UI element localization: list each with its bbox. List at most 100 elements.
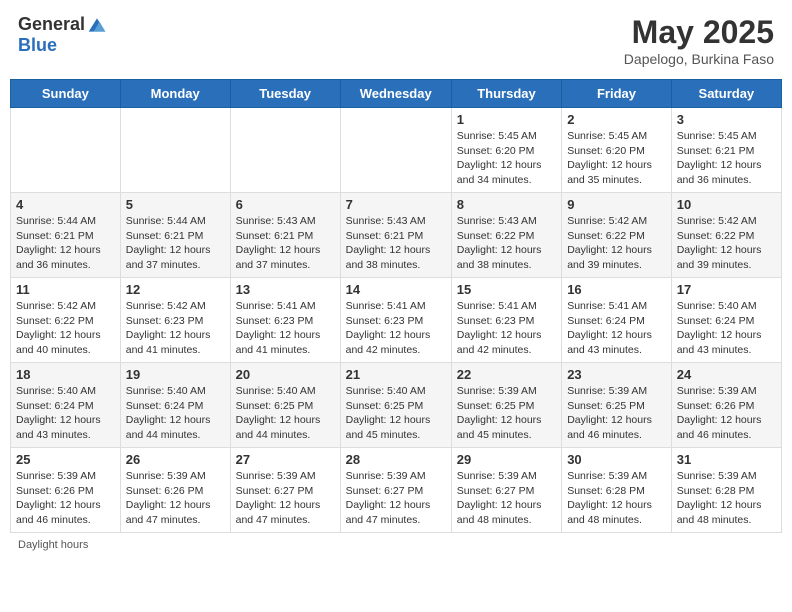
day-info: Sunrise: 5:44 AM Sunset: 6:21 PM Dayligh… (126, 214, 225, 273)
day-info: Sunrise: 5:40 AM Sunset: 6:24 PM Dayligh… (677, 299, 776, 358)
day-number: 6 (236, 197, 335, 212)
day-number: 28 (346, 452, 446, 467)
day-info: Sunrise: 5:41 AM Sunset: 6:23 PM Dayligh… (457, 299, 556, 358)
day-info: Sunrise: 5:39 AM Sunset: 6:25 PM Dayligh… (457, 384, 556, 443)
day-number: 12 (126, 282, 225, 297)
calendar-cell: 4 Sunrise: 5:44 AM Sunset: 6:21 PM Daylig… (11, 193, 121, 278)
day-number: 14 (346, 282, 446, 297)
day-info: Sunrise: 5:39 AM Sunset: 6:25 PM Dayligh… (567, 384, 666, 443)
calendar-cell (230, 108, 340, 193)
calendar-cell: 22Sunrise: 5:39 AM Sunset: 6:25 PM Dayli… (451, 363, 561, 448)
title-area: May 2025 Dapelogo, Burkina Faso (624, 14, 774, 67)
calendar-cell: 14 Sunrise: 5:41 AM Sunset: 6:23 PM Dayli… (340, 278, 451, 363)
day-number: 9 (567, 197, 666, 212)
calendar-cell: 20Sunrise: 5:40 AM Sunset: 6:25 PM Dayli… (230, 363, 340, 448)
calendar-cell: 31 Sunrise: 5:39 AM Sunset: 6:28 PM Dayli… (671, 448, 781, 533)
calendar-cell: 17 Sunrise: 5:40 AM Sunset: 6:24 PM Dayli… (671, 278, 781, 363)
day-info: Sunrise: 5:39 AM Sunset: 6:26 PM Dayligh… (16, 469, 115, 528)
calendar-cell: 1 Sunrise: 5:45 AM Sunset: 6:20 PM Daylig… (451, 108, 561, 193)
calendar-cell: 25 Sunrise: 5:39 AM Sunset: 6:26 PM Dayli… (11, 448, 121, 533)
calendar-cell (11, 108, 121, 193)
day-number: 4 (16, 197, 115, 212)
day-number: 31 (677, 452, 776, 467)
calendar-cell: 8 Sunrise: 5:43 AM Sunset: 6:22 PM Daylig… (451, 193, 561, 278)
day-number: 30 (567, 452, 666, 467)
calendar-cell: 29Sunrise: 5:39 AM Sunset: 6:27 PM Dayli… (451, 448, 561, 533)
logo-blue-text: Blue (18, 35, 57, 56)
calendar-cell: 5 Sunrise: 5:44 AM Sunset: 6:21 PM Daylig… (120, 193, 230, 278)
calendar-cell: 2Sunrise: 5:45 AM Sunset: 6:20 PM Daylig… (562, 108, 672, 193)
calendar-cell: 6 Sunrise: 5:43 AM Sunset: 6:21 PM Daylig… (230, 193, 340, 278)
calendar-header-thursday: Thursday (451, 80, 561, 108)
footer-note: Daylight hours (10, 539, 782, 551)
day-info: Sunrise: 5:39 AM Sunset: 6:27 PM Dayligh… (346, 469, 446, 528)
day-info: Sunrise: 5:45 AM Sunset: 6:20 PM Dayligh… (567, 129, 666, 188)
calendar-cell: 7Sunrise: 5:43 AM Sunset: 6:21 PM Daylig… (340, 193, 451, 278)
calendar-cell: 21 Sunrise: 5:40 AM Sunset: 6:25 PM Dayli… (340, 363, 451, 448)
sub-title: Dapelogo, Burkina Faso (624, 51, 774, 67)
day-info: Sunrise: 5:39 AM Sunset: 6:26 PM Dayligh… (677, 384, 776, 443)
day-info: Sunrise: 5:41 AM Sunset: 6:23 PM Dayligh… (346, 299, 446, 358)
day-info: Sunrise: 5:42 AM Sunset: 6:22 PM Dayligh… (567, 214, 666, 273)
calendar-cell: 27 Sunrise: 5:39 AM Sunset: 6:27 PM Dayli… (230, 448, 340, 533)
day-info: Sunrise: 5:45 AM Sunset: 6:21 PM Dayligh… (677, 129, 776, 188)
calendar-header-friday: Friday (562, 80, 672, 108)
day-info: Sunrise: 5:39 AM Sunset: 6:27 PM Dayligh… (236, 469, 335, 528)
day-number: 1 (457, 112, 556, 127)
day-number: 5 (126, 197, 225, 212)
calendar-table: SundayMondayTuesdayWednesdayThursdayFrid… (10, 79, 782, 533)
day-number: 15 (457, 282, 556, 297)
calendar-header-wednesday: Wednesday (340, 80, 451, 108)
calendar-cell: 13Sunrise: 5:41 AM Sunset: 6:23 PM Dayli… (230, 278, 340, 363)
day-number: 25 (16, 452, 115, 467)
day-info: Sunrise: 5:44 AM Sunset: 6:21 PM Dayligh… (16, 214, 115, 273)
calendar-cell: 30Sunrise: 5:39 AM Sunset: 6:28 PM Dayli… (562, 448, 672, 533)
day-number: 19 (126, 367, 225, 382)
day-number: 24 (677, 367, 776, 382)
day-number: 17 (677, 282, 776, 297)
day-info: Sunrise: 5:41 AM Sunset: 6:24 PM Dayligh… (567, 299, 666, 358)
page-header: General Blue May 2025 Dapelogo, Burkina … (10, 10, 782, 71)
calendar-cell: 26Sunrise: 5:39 AM Sunset: 6:26 PM Dayli… (120, 448, 230, 533)
day-info: Sunrise: 5:42 AM Sunset: 6:22 PM Dayligh… (677, 214, 776, 273)
calendar-cell: 3 Sunrise: 5:45 AM Sunset: 6:21 PM Daylig… (671, 108, 781, 193)
logo-general-text: General (18, 14, 85, 35)
day-info: Sunrise: 5:39 AM Sunset: 6:28 PM Dayligh… (677, 469, 776, 528)
calendar-cell: 12 Sunrise: 5:42 AM Sunset: 6:23 PM Dayli… (120, 278, 230, 363)
day-number: 11 (16, 282, 115, 297)
day-info: Sunrise: 5:43 AM Sunset: 6:22 PM Dayligh… (457, 214, 556, 273)
calendar-cell: 18Sunrise: 5:40 AM Sunset: 6:24 PM Dayli… (11, 363, 121, 448)
day-info: Sunrise: 5:45 AM Sunset: 6:20 PM Dayligh… (457, 129, 556, 188)
day-info: Sunrise: 5:40 AM Sunset: 6:24 PM Dayligh… (126, 384, 225, 443)
day-number: 26 (126, 452, 225, 467)
day-info: Sunrise: 5:40 AM Sunset: 6:25 PM Dayligh… (346, 384, 446, 443)
day-number: 16 (567, 282, 666, 297)
calendar-cell: 28 Sunrise: 5:39 AM Sunset: 6:27 PM Dayli… (340, 448, 451, 533)
calendar-week-4: 18Sunrise: 5:40 AM Sunset: 6:24 PM Dayli… (11, 363, 782, 448)
day-number: 29 (457, 452, 556, 467)
calendar-header-sunday: Sunday (11, 80, 121, 108)
day-info: Sunrise: 5:40 AM Sunset: 6:25 PM Dayligh… (236, 384, 335, 443)
day-number: 8 (457, 197, 556, 212)
day-number: 21 (346, 367, 446, 382)
day-info: Sunrise: 5:41 AM Sunset: 6:23 PM Dayligh… (236, 299, 335, 358)
calendar-cell: 11Sunrise: 5:42 AM Sunset: 6:22 PM Dayli… (11, 278, 121, 363)
calendar-week-2: 4 Sunrise: 5:44 AM Sunset: 6:21 PM Daylig… (11, 193, 782, 278)
day-number: 3 (677, 112, 776, 127)
calendar-cell: 23Sunrise: 5:39 AM Sunset: 6:25 PM Dayli… (562, 363, 672, 448)
calendar-header-row: SundayMondayTuesdayWednesdayThursdayFrid… (11, 80, 782, 108)
calendar-cell: 10Sunrise: 5:42 AM Sunset: 6:22 PM Dayli… (671, 193, 781, 278)
day-info: Sunrise: 5:43 AM Sunset: 6:21 PM Dayligh… (236, 214, 335, 273)
calendar-body: 1 Sunrise: 5:45 AM Sunset: 6:20 PM Daylig… (11, 108, 782, 533)
calendar-week-3: 11Sunrise: 5:42 AM Sunset: 6:22 PM Dayli… (11, 278, 782, 363)
logo-icon (87, 15, 107, 35)
calendar-week-1: 1 Sunrise: 5:45 AM Sunset: 6:20 PM Daylig… (11, 108, 782, 193)
day-info: Sunrise: 5:42 AM Sunset: 6:23 PM Dayligh… (126, 299, 225, 358)
calendar-header-monday: Monday (120, 80, 230, 108)
calendar-cell: 19 Sunrise: 5:40 AM Sunset: 6:24 PM Dayli… (120, 363, 230, 448)
day-number: 27 (236, 452, 335, 467)
calendar-cell: 15 Sunrise: 5:41 AM Sunset: 6:23 PM Dayli… (451, 278, 561, 363)
calendar-cell: 9 Sunrise: 5:42 AM Sunset: 6:22 PM Daylig… (562, 193, 672, 278)
calendar-cell (340, 108, 451, 193)
calendar-cell: 16 Sunrise: 5:41 AM Sunset: 6:24 PM Dayli… (562, 278, 672, 363)
